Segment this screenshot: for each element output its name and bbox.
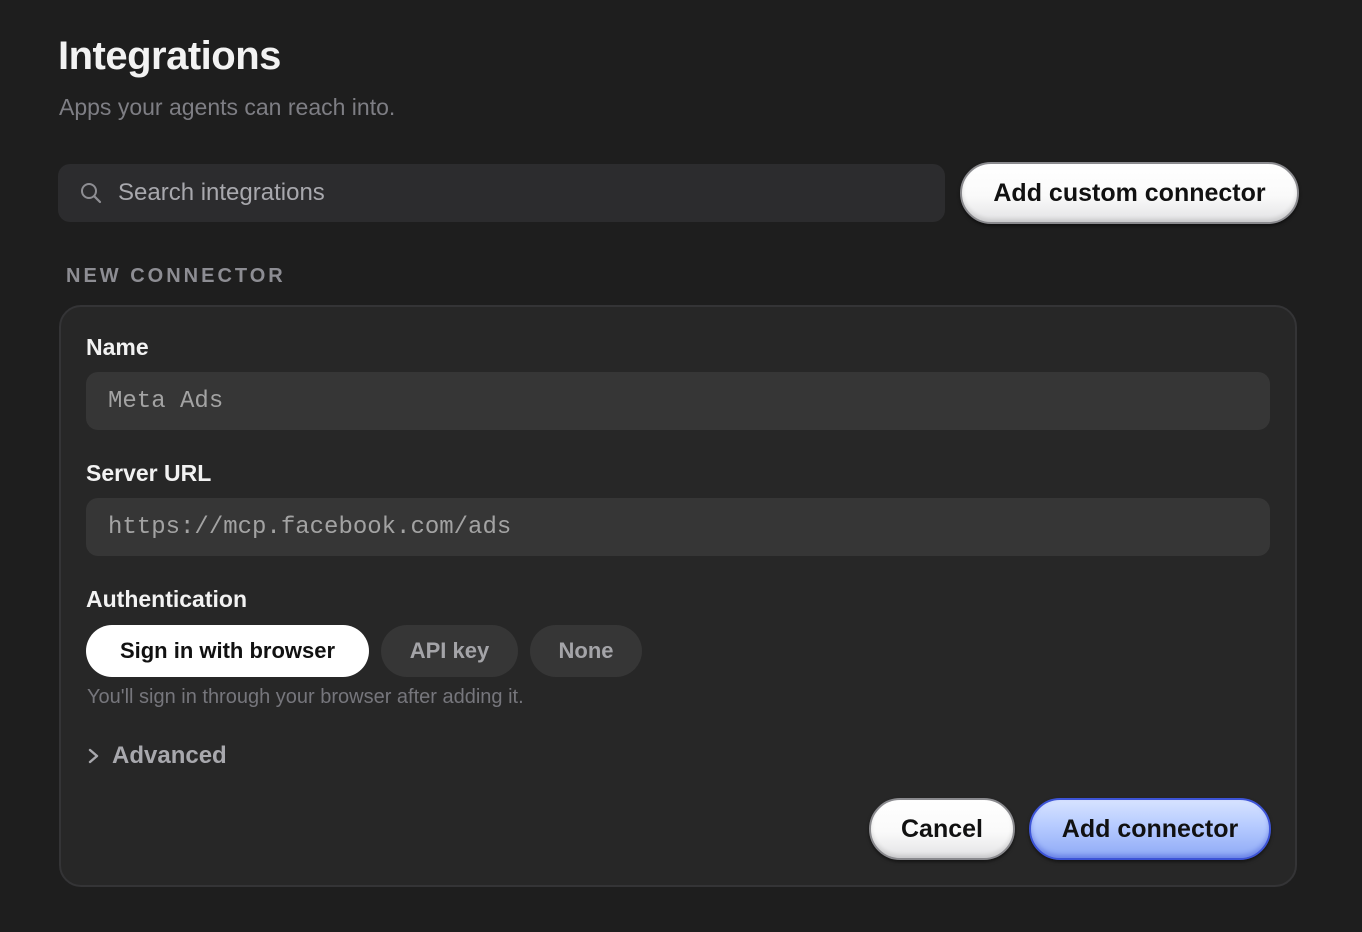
advanced-label: Advanced [112, 742, 227, 769]
auth-help-text: You'll sign in through your browser afte… [87, 686, 524, 708]
server-url-input[interactable] [86, 498, 1270, 556]
auth-option-label: API key [409, 638, 490, 663]
page-title: Integrations [58, 34, 281, 78]
auth-option-label: Sign in with browser [119, 638, 336, 663]
search-input[interactable] [118, 176, 918, 210]
auth-option-api-key[interactable]: API key [381, 625, 518, 677]
cancel-button[interactable]: Cancel [869, 798, 1015, 860]
section-label-new-connector: NEW CONNECTOR [66, 265, 286, 287]
add-connector-label: Add connector [1061, 814, 1239, 843]
auth-option-label: None [558, 638, 614, 663]
authentication-label: Authentication [86, 586, 247, 612]
chevron-right-icon [88, 748, 99, 764]
add-custom-connector-button[interactable]: Add custom connector [960, 162, 1299, 224]
auth-option-none[interactable]: None [530, 625, 642, 677]
name-label: Name [86, 334, 149, 360]
page-subtitle: Apps your agents can reach into. [59, 94, 396, 120]
server-url-label: Server URL [86, 460, 212, 486]
auth-option-sign-in-with-browser[interactable]: Sign in with browser [86, 625, 369, 677]
add-custom-connector-label: Add custom connector [993, 178, 1266, 207]
integrations-page: Integrations Apps your agents can reach … [0, 0, 1362, 932]
advanced-toggle[interactable]: Advanced [86, 740, 227, 772]
name-input[interactable] [86, 372, 1270, 430]
add-connector-button[interactable]: Add connector [1029, 798, 1271, 860]
cancel-label: Cancel [901, 814, 983, 843]
search-icon [81, 183, 102, 204]
